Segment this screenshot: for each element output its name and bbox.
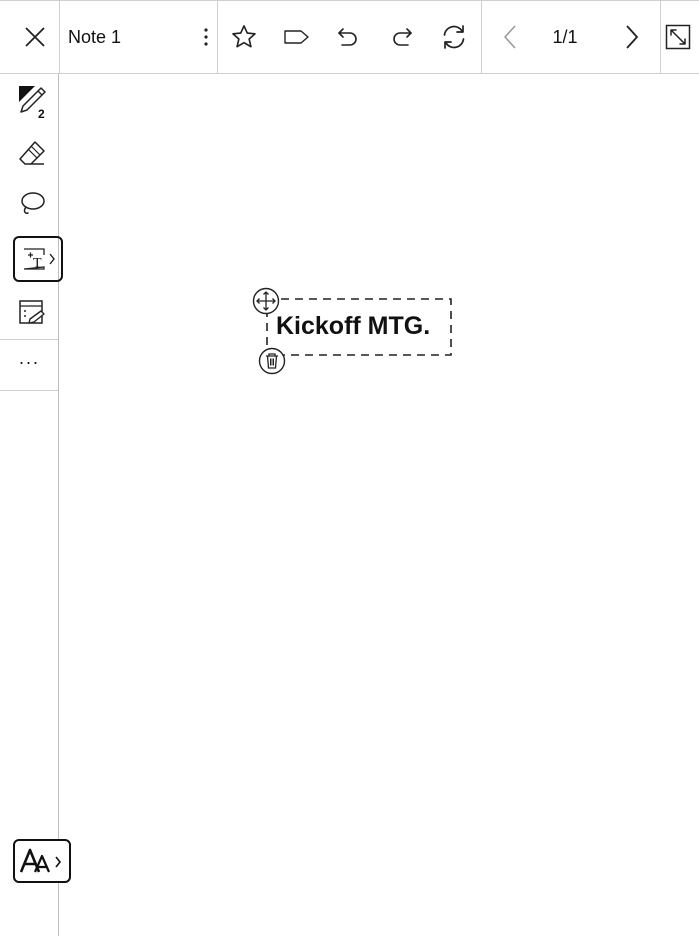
close-icon — [25, 27, 45, 47]
redo-icon — [393, 28, 412, 46]
expand-button[interactable] — [665, 1, 699, 73]
note-title[interactable]: Note 1 — [68, 1, 121, 73]
template-icon — [19, 300, 45, 324]
divider — [481, 1, 482, 73]
sync-icon — [443, 25, 465, 49]
text-box-icon: T — [23, 248, 55, 271]
top-toolbar: Note 1 1/1 — [0, 0, 699, 74]
note-menu-button[interactable] — [195, 1, 217, 73]
chevron-right-icon — [626, 25, 638, 49]
text-box-tool-button[interactable]: T — [13, 236, 63, 282]
previous-page-button[interactable] — [490, 1, 530, 73]
divider — [217, 1, 218, 73]
pen-size-badge: 2 — [38, 107, 45, 120]
lasso-icon — [21, 192, 45, 214]
expand-icon — [665, 24, 691, 50]
move-icon — [252, 287, 280, 315]
delete-handle[interactable] — [258, 347, 286, 375]
eraser-icon — [19, 141, 45, 165]
redo-button[interactable] — [380, 1, 424, 73]
template-tool-button[interactable] — [8, 290, 56, 334]
tool-sidebar: 2 T ··· — [0, 74, 63, 936]
undo-button[interactable] — [326, 1, 370, 73]
text-box[interactable]: Kickoff MTG. — [266, 298, 452, 356]
vertical-ellipsis-icon — [204, 28, 208, 46]
close-button[interactable] — [10, 1, 60, 73]
move-handle[interactable] — [252, 287, 280, 315]
divider — [0, 339, 58, 340]
lasso-tool-button[interactable] — [8, 182, 56, 226]
svg-text:T: T — [33, 256, 42, 271]
chevron-left-icon — [504, 25, 516, 49]
eraser-tool-button[interactable] — [8, 132, 56, 176]
text-box-content[interactable]: Kickoff MTG. — [276, 312, 430, 341]
more-tools-button[interactable]: ··· — [0, 352, 58, 373]
font-size-icon — [19, 848, 62, 873]
favorite-button[interactable] — [222, 1, 266, 73]
undo-icon — [338, 28, 357, 46]
pen-tool-button[interactable]: 2 — [8, 80, 56, 124]
tag-icon — [284, 30, 309, 44]
next-page-button[interactable] — [612, 1, 652, 73]
sync-button[interactable] — [432, 1, 476, 73]
divider — [0, 390, 58, 391]
page-indicator: 1/1 — [552, 27, 578, 47]
font-settings-button[interactable] — [13, 839, 71, 883]
trash-icon — [258, 347, 286, 375]
divider — [660, 1, 661, 73]
star-icon — [232, 25, 256, 48]
divider — [59, 1, 60, 73]
tag-button[interactable] — [275, 1, 319, 73]
pen-icon: 2 — [19, 86, 46, 120]
